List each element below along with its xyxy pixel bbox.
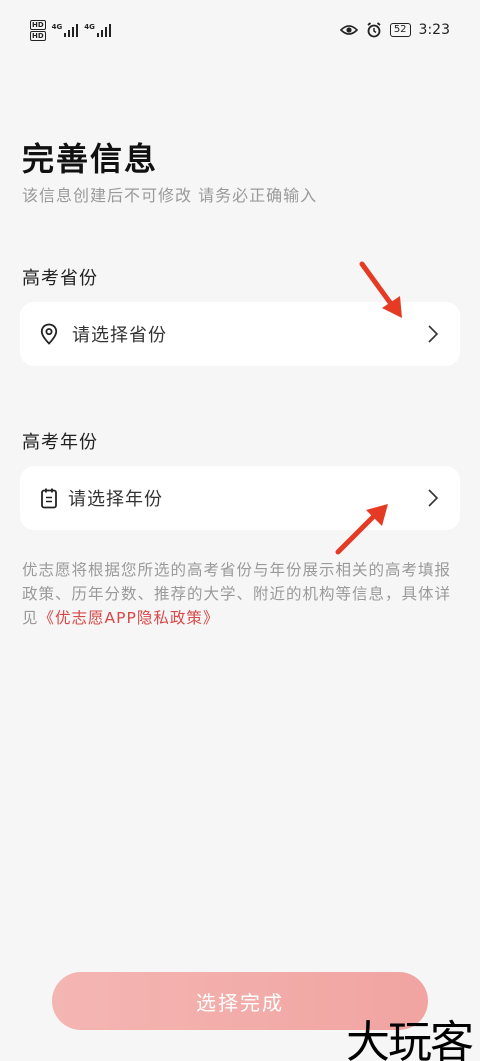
alarm-icon — [367, 22, 381, 38]
status-bar: HD HD 4G 4G 52 3:23 — [0, 0, 480, 60]
annotation-arrow-up-icon — [335, 504, 388, 555]
signal-group: HD HD 4G 4G — [30, 19, 111, 41]
privacy-policy-link[interactable]: 《优志愿APP隐私政策》 — [39, 609, 220, 627]
status-right: 52 3:23 — [339, 22, 450, 38]
signal-icon-1: 4G — [52, 23, 79, 37]
eye-icon — [339, 25, 358, 35]
page-subtitle: 该信息创建后不可修改 请务必正确输入 — [22, 186, 318, 205]
chevron-right-icon — [426, 488, 442, 508]
province-placeholder: 请选择省份 — [72, 325, 167, 346]
calendar-icon — [38, 486, 60, 510]
battery-indicator: 52 — [389, 23, 411, 37]
chevron-right-icon — [426, 324, 442, 344]
signal-icon-2: 4G — [84, 23, 111, 37]
privacy-notice: 优志愿将根据您所选的高考省份与年份展示相关的高考填报政策、历年分数、推荐的大学、… — [22, 558, 458, 630]
clock: 3:23 — [418, 22, 450, 38]
year-label: 高考年份 — [22, 432, 98, 453]
watermark: 大玩客 — [346, 1017, 474, 1061]
annotation-arrow-down-icon — [359, 261, 402, 318]
page-title: 完善信息 — [22, 140, 159, 178]
province-label: 高考省份 — [22, 268, 98, 289]
location-pin-icon — [38, 322, 60, 346]
year-selector[interactable]: 请选择年份 — [20, 466, 460, 530]
hd-badge-1: HD — [30, 19, 46, 30]
hd-badge-2: HD — [30, 30, 46, 41]
